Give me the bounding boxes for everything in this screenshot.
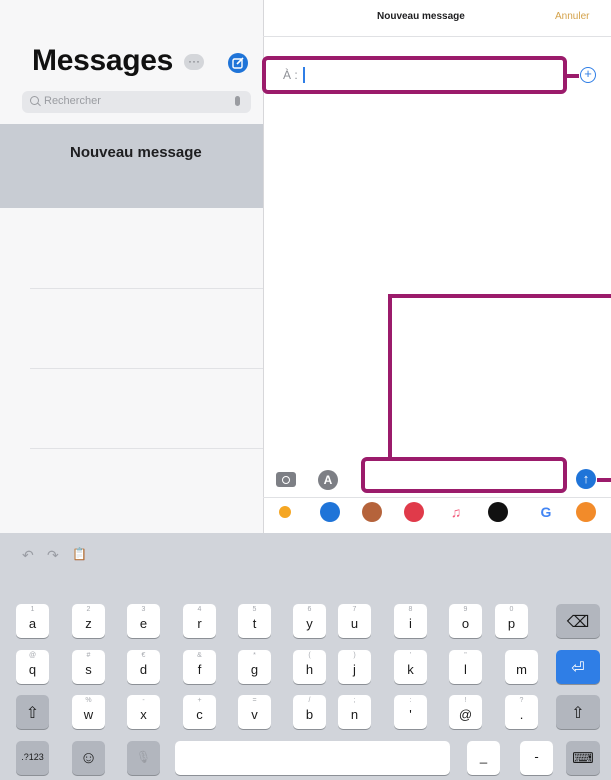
- key-at[interactable]: ! @: [449, 695, 482, 729]
- compose-button[interactable]: [228, 53, 248, 73]
- list-divider: [30, 288, 263, 289]
- key-period[interactable]: ?.: [505, 695, 538, 729]
- key-p[interactable]: 0p: [495, 604, 528, 638]
- memoji-app-icon[interactable]: [362, 502, 382, 522]
- key-h[interactable]: (h: [293, 650, 326, 684]
- header-divider: [263, 36, 611, 37]
- space-key[interactable]: [175, 741, 450, 775]
- photos-app-icon[interactable]: [279, 506, 291, 518]
- key-o[interactable]: 9o: [449, 604, 482, 638]
- dictation-mic-icon[interactable]: [235, 96, 240, 106]
- cancel-button[interactable]: Annuler: [555, 11, 589, 22]
- search-placeholder: Rechercher: [44, 95, 101, 107]
- key-y[interactable]: 6y: [293, 604, 326, 638]
- numbers-key[interactable]: .?123: [16, 741, 49, 775]
- key-g[interactable]: * g: [238, 650, 271, 684]
- key-w[interactable]: % w: [72, 695, 105, 729]
- more-options-button[interactable]: ···: [184, 54, 204, 70]
- key-a[interactable]: 1a: [16, 604, 49, 638]
- callout-line-message-vertical: [388, 294, 392, 459]
- key-l[interactable]: " l: [449, 650, 482, 684]
- redo-icon[interactable]: ↷: [47, 547, 59, 564]
- text-cursor: [303, 67, 305, 83]
- compose-icon: [232, 57, 244, 69]
- conversation-title: Nouveau message: [70, 144, 202, 161]
- google-app-icon[interactable]: G: [536, 502, 556, 522]
- key-f[interactable]: & f: [183, 650, 216, 684]
- key-underscore[interactable]: _: [467, 741, 500, 775]
- key-t[interactable]: 5t: [238, 604, 271, 638]
- key-b[interactable]: / b: [293, 695, 326, 729]
- key-i[interactable]: 8i: [394, 604, 427, 638]
- key-d[interactable]: € d: [127, 650, 160, 684]
- key-e[interactable]: 3e: [127, 604, 160, 638]
- callout-line-recipient: [567, 74, 579, 78]
- send-button[interactable]: ↑: [576, 469, 596, 489]
- appstore-button[interactable]: A: [318, 470, 338, 490]
- key-x[interactable]: -x: [127, 695, 160, 729]
- key-r[interactable]: 4r: [183, 604, 216, 638]
- key-dash[interactable]: -: [520, 741, 553, 775]
- key-m[interactable]: m: [505, 650, 538, 684]
- recipient-field[interactable]: À :: [262, 56, 567, 94]
- music-app-icon[interactable]: ♫: [446, 502, 466, 522]
- key-z[interactable]: 2z: [72, 604, 105, 638]
- return-key[interactable]: ⏎: [556, 650, 600, 684]
- key-k[interactable]: ' k: [394, 650, 427, 684]
- key-q[interactable]: @ q: [16, 650, 49, 684]
- app-drawer-divider: [263, 497, 611, 498]
- callout-line-message-top: [388, 294, 611, 298]
- undo-icon[interactable]: ↶: [22, 547, 34, 564]
- paste-icon[interactable]: 📋: [72, 547, 87, 561]
- animoji-app-icon[interactable]: [576, 502, 596, 522]
- conversation-list-pane: Messages ··· Rechercher Nouveau message: [0, 0, 264, 533]
- hide-keyboard-key[interactable]: ⌨: [566, 741, 600, 775]
- shift-key-right[interactable]: ⇧: [556, 695, 600, 729]
- keyboard: ↶ ↷ 📋 1a 2z 3e 4r 5t 6y 7u 8i 9o 0p ⌫ @ q…: [0, 533, 611, 780]
- appstore-app-icon[interactable]: [320, 502, 340, 522]
- list-divider: [30, 448, 263, 449]
- key-u[interactable]: 7u: [338, 604, 371, 638]
- list-divider: [30, 368, 263, 369]
- key-v[interactable]: = v: [238, 695, 271, 729]
- message-input[interactable]: [361, 457, 567, 493]
- compose-title: Nouveau message: [377, 11, 465, 22]
- conversation-item-selected[interactable]: [0, 124, 263, 208]
- emoji-key[interactable]: ☺: [72, 741, 105, 775]
- key-apostrophe[interactable]: : ': [394, 695, 427, 729]
- search-input[interactable]: Rechercher: [22, 91, 251, 113]
- callout-line-send: [597, 478, 611, 482]
- key-c[interactable]: + c: [183, 695, 216, 729]
- search-icon-handle: [37, 102, 41, 107]
- delete-key[interactable]: ⌫: [556, 604, 600, 638]
- key-s[interactable]: # s: [72, 650, 105, 684]
- recipient-label: À :: [283, 68, 298, 82]
- digital-touch-app-icon[interactable]: [488, 502, 508, 522]
- page-title: Messages: [32, 44, 174, 77]
- camera-button[interactable]: [276, 472, 296, 487]
- shift-key-left[interactable]: ⇧: [16, 695, 49, 729]
- key-n[interactable]: ; n: [338, 695, 371, 729]
- dictation-key[interactable]: 🎙: [127, 741, 160, 775]
- add-contact-button[interactable]: +: [580, 67, 596, 83]
- camera-icon: [282, 476, 290, 484]
- images-search-app-icon[interactable]: [404, 502, 424, 522]
- key-j[interactable]: ) j: [338, 650, 371, 684]
